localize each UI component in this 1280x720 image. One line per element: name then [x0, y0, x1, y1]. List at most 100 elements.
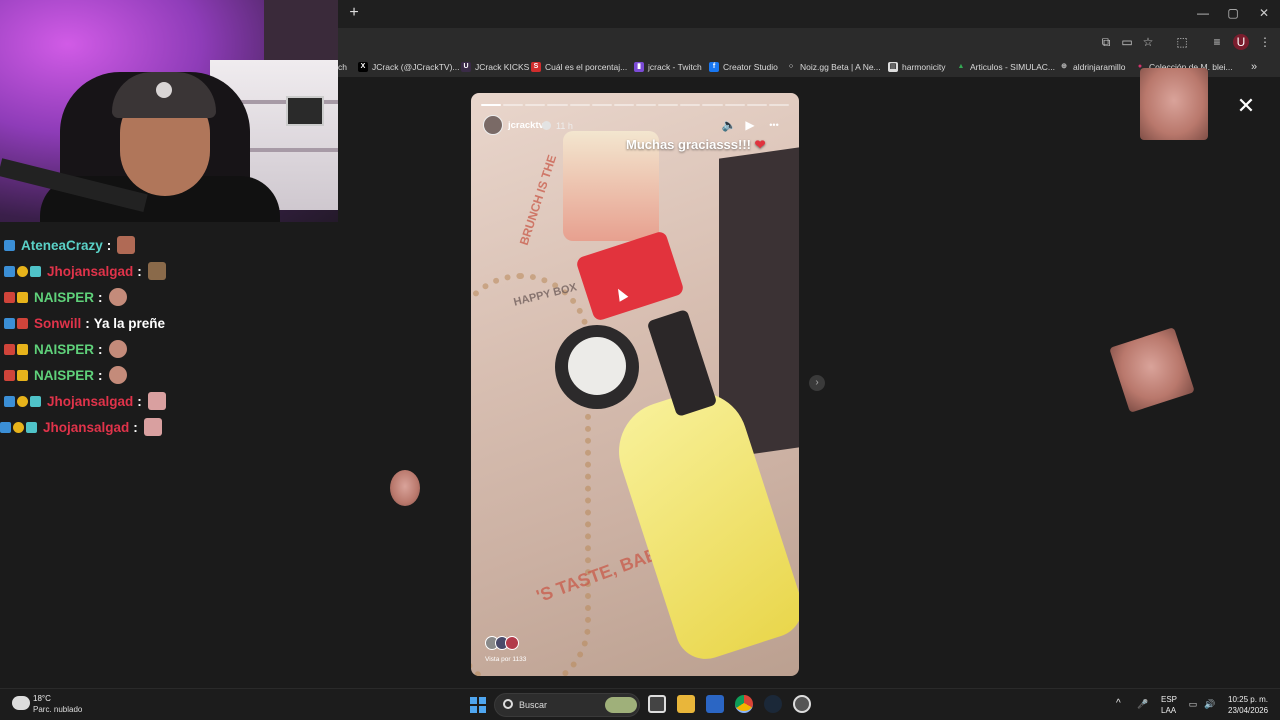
- bookmark-item[interactable]: ▲ Articulos - SIMULAC...: [956, 60, 1056, 74]
- document-icon: ▤: [888, 62, 898, 72]
- chat-username: NAISPER: [34, 367, 95, 383]
- crown-badge-icon: [17, 369, 28, 381]
- windows-taskbar: 18°C Parc. nublado Buscar ^ 🎤 ESP LAA ▭ …: [0, 688, 1280, 720]
- bookmark-item[interactable]: ⊕ aldrinjaramillo: [1059, 60, 1125, 74]
- viewer-avatars[interactable]: [485, 636, 525, 652]
- bottle-cap: [646, 308, 718, 418]
- gift-badge-icon: [13, 421, 24, 433]
- verified-badge-icon: [542, 121, 551, 130]
- windows-start-icon[interactable]: [470, 697, 486, 713]
- bookmark-item[interactable]: f Creator Studio: [709, 60, 778, 74]
- bookmark-item[interactable]: ○ Noiz.gg Beta | A Ne...: [786, 60, 881, 74]
- chat-username: AteneaCrazy: [21, 237, 103, 253]
- clock-date[interactable]: 23/04/2026: [1228, 706, 1268, 715]
- chat-username: Jhojansalgad: [47, 393, 134, 409]
- taskbar-search-box[interactable]: Buscar: [494, 693, 640, 717]
- task-view-icon[interactable]: [648, 695, 666, 713]
- chat-emote-icon: [143, 418, 162, 436]
- chat-separator: :: [137, 263, 142, 279]
- search-icon: [503, 699, 513, 709]
- weather-condition[interactable]: Parc. nublado: [33, 705, 82, 714]
- background-frame: [286, 96, 324, 126]
- chat-separator: :: [98, 341, 103, 357]
- chat-message: NAISPER :: [4, 336, 127, 362]
- outlook-icon[interactable]: [706, 695, 724, 713]
- bookmark-item[interactable]: ▤ harmonicity: [888, 60, 945, 74]
- chat-username: Sonwill: [34, 315, 82, 331]
- subscriber-badge-icon: [4, 317, 15, 329]
- bookmark-item[interactable]: X JCrack (@JCrackTV)...: [358, 60, 460, 74]
- translate-icon[interactable]: ⧉: [1098, 34, 1114, 50]
- extensions-icon[interactable]: ⬚: [1174, 34, 1190, 50]
- close-story-button[interactable]: ✕: [1236, 95, 1256, 117]
- moderator-badge-icon: [4, 343, 15, 355]
- streamer-webcam: [0, 0, 338, 222]
- chat-separator: :: [98, 289, 103, 305]
- facebook-logo-icon: f: [709, 62, 719, 72]
- subscriber-badge-icon: [4, 395, 15, 407]
- x-logo-icon: X: [358, 62, 368, 72]
- chat-separator: :: [98, 367, 103, 383]
- chat-separator: :: [137, 393, 142, 409]
- chat-emote-icon: [108, 288, 127, 306]
- chat-message-text: Ya la preñe: [93, 315, 166, 331]
- tray-overflow-icon[interactable]: ^: [1116, 698, 1121, 709]
- kick-logo-icon: U: [461, 62, 471, 72]
- install-app-icon[interactable]: ▭: [1119, 34, 1135, 50]
- story-user-avatar[interactable]: [483, 115, 503, 135]
- weather-temperature[interactable]: 18°C: [33, 694, 51, 703]
- story-card[interactable]: BRUNCH IS THE HAPPY BOX 'S TASTE, BABY j…: [471, 93, 799, 676]
- drive-logo-icon: ▲: [957, 63, 965, 70]
- app-notification-icon[interactable]: [793, 695, 811, 713]
- bookmark-item[interactable]: ch: [338, 60, 347, 74]
- browser-menu-icon[interactable]: ⋮: [1257, 34, 1273, 50]
- bookmark-star-icon[interactable]: ☆: [1140, 34, 1156, 50]
- floating-emote: [1109, 327, 1195, 413]
- noiz-logo-icon: ○: [788, 63, 794, 70]
- chrome-icon[interactable]: [735, 695, 753, 713]
- heart-icon: ❤: [754, 137, 766, 152]
- chat-separator: :: [133, 419, 138, 435]
- clock-time[interactable]: 10:25 p. m.: [1228, 695, 1268, 704]
- microphone-icon[interactable]: 🎤: [1137, 699, 1148, 709]
- bookmark-item[interactable]: ▮ jcrack - Twitch: [634, 60, 702, 74]
- story-username[interactable]: jcracktv: [508, 120, 544, 131]
- file-explorer-icon[interactable]: [677, 695, 695, 713]
- next-story-button[interactable]: ›: [809, 375, 825, 391]
- screen: + — ▢ ✕ ⧉ ▭ ☆ ⬚ ≡ U ⋮ ch X JCrack (@JCra…: [0, 0, 1280, 720]
- chat-separator: :: [106, 237, 112, 253]
- chat-message: NAISPER :: [4, 362, 127, 388]
- new-tab-button[interactable]: +: [346, 5, 362, 21]
- steam-icon[interactable]: [764, 695, 782, 713]
- gift-badge-icon: [17, 265, 28, 277]
- chat-username: Jhojansalgad: [47, 263, 134, 279]
- close-window-button[interactable]: ✕: [1249, 4, 1279, 22]
- chat-message: AteneaCrazy :: [4, 232, 136, 258]
- volume-icon[interactable]: 🔊: [1204, 699, 1215, 709]
- watermelon-bag: [575, 230, 685, 322]
- moderator-badge-icon: [17, 317, 28, 329]
- weather-cloud-icon[interactable]: [12, 696, 30, 710]
- keyboard-layout[interactable]: LAA: [1161, 706, 1176, 715]
- network-icon[interactable]: ▭: [1188, 699, 1198, 709]
- more-options-icon[interactable]: •••: [765, 117, 783, 133]
- chat-message: Jhojansalgad :: [4, 388, 166, 414]
- chat-username: Jhojansalgad: [43, 419, 130, 435]
- media-control-icon[interactable]: ≡: [1209, 34, 1225, 50]
- viewed-by-count[interactable]: Vista por 1133: [485, 656, 526, 663]
- language-code[interactable]: ESP: [1161, 695, 1177, 704]
- minimize-button[interactable]: —: [1188, 4, 1218, 22]
- chat-message: Sonwill : Ya la preñe: [4, 310, 165, 336]
- maximize-button[interactable]: ▢: [1218, 4, 1248, 22]
- play-icon[interactable]: ▶: [742, 117, 758, 133]
- bookmarks-overflow-icon[interactable]: »: [1251, 60, 1257, 74]
- bookmark-item[interactable]: U JCrack KICKS: [461, 60, 529, 74]
- bookmark-item[interactable]: S Cuál es el porcentaj...: [531, 60, 627, 74]
- floating-emote: [390, 470, 420, 506]
- mute-icon[interactable]: 🔈: [721, 117, 737, 133]
- profile-avatar-icon[interactable]: U: [1233, 34, 1249, 50]
- subscriber-badge-icon: [4, 239, 15, 251]
- gift-badge-icon: [17, 395, 28, 407]
- bits-badge-icon: [30, 395, 41, 407]
- chat-message: Jhojansalgad :: [0, 414, 162, 440]
